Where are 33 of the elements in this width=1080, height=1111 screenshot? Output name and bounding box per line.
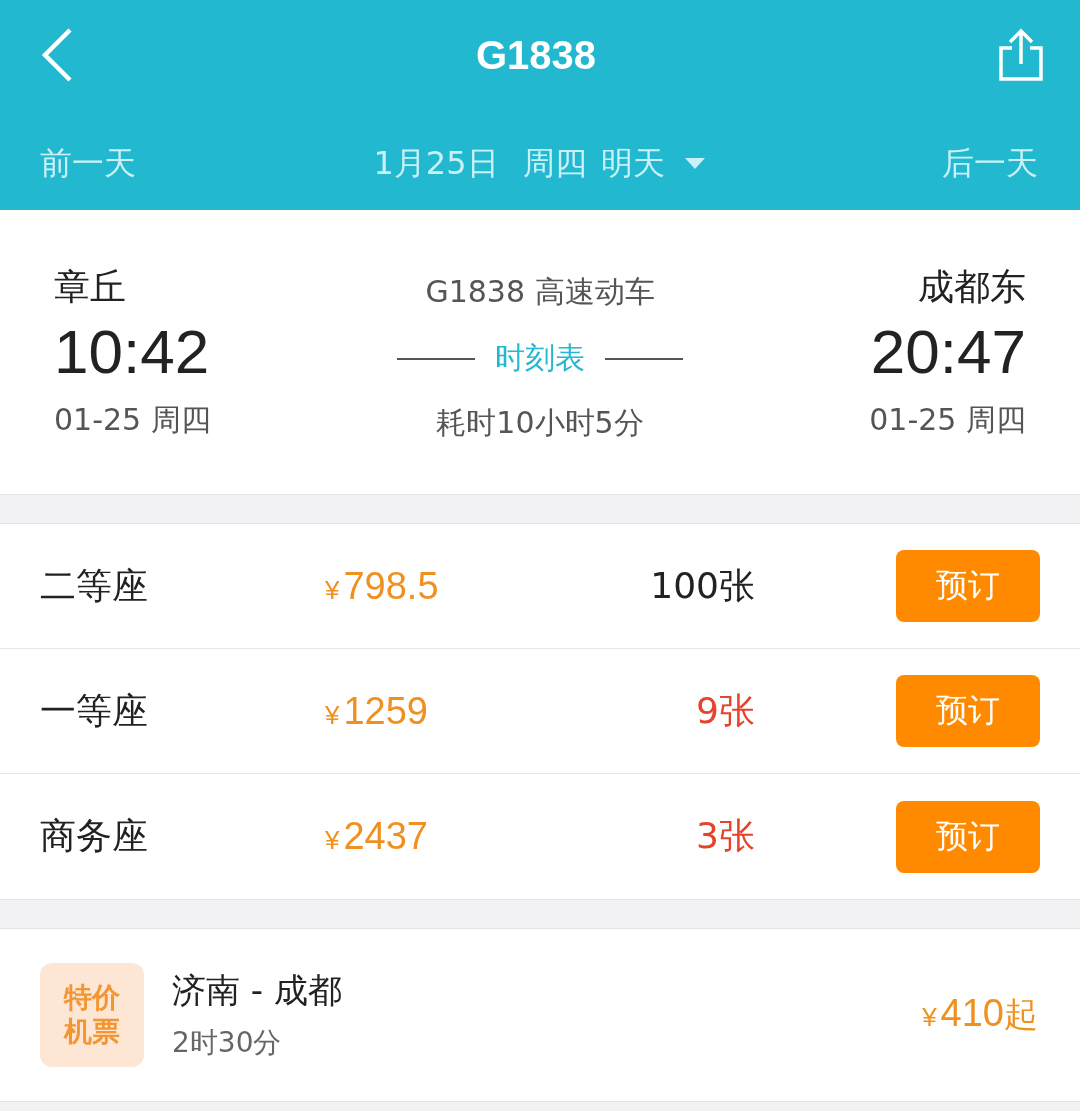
ticket-count: 9张 bbox=[695, 688, 755, 733]
date-text: 01-25 周四 bbox=[54, 401, 211, 439]
price-text: ¥798.5 bbox=[325, 564, 440, 608]
train-name: G1838 高速动车 bbox=[425, 273, 655, 311]
seat-class: 商务座 bbox=[40, 814, 149, 858]
page-title: G1838 bbox=[475, 32, 597, 78]
caret-icon bbox=[684, 158, 705, 170]
schedule-link[interactable]: 时刻表 bbox=[495, 338, 585, 379]
duration-text: 2时30分 bbox=[172, 1025, 283, 1061]
book-button[interactable]: 预订 bbox=[896, 550, 1040, 622]
time-text: 20:47 bbox=[870, 316, 1026, 388]
ticket-count: 100张 bbox=[649, 563, 755, 608]
next-day-link[interactable]: 后一天 bbox=[942, 142, 1038, 186]
back-icon[interactable] bbox=[40, 27, 74, 83]
price-text: ¥1259 bbox=[325, 689, 429, 733]
previous-day-link[interactable]: 前一天 bbox=[40, 142, 136, 186]
station-name: 章丘 bbox=[54, 265, 127, 309]
duration-text: 耗时10小时5分 bbox=[436, 404, 644, 442]
share-icon[interactable] bbox=[998, 28, 1044, 82]
flight-card[interactable]: 特价 机票 济南 - 成都 2时30分 ¥410起 bbox=[0, 928, 1080, 1102]
ticket-count: 3张 bbox=[695, 814, 755, 858]
badge-text: 特价 机票 bbox=[40, 963, 144, 1067]
date-selector[interactable]: 1月25日 周四 明天 bbox=[373, 142, 705, 186]
book-button[interactable]: 预订 bbox=[896, 800, 1040, 873]
book-button[interactable]: 预订 bbox=[896, 675, 1040, 747]
seat-class: 二等座 bbox=[40, 563, 149, 608]
price-text: ¥2437 bbox=[325, 815, 429, 858]
time-text: 10:42 bbox=[54, 316, 211, 388]
seat-class: 一等座 bbox=[40, 688, 149, 733]
date-text: 01-25 周四 bbox=[869, 401, 1026, 439]
price-text: ¥410起 bbox=[922, 992, 1038, 1036]
route-text: 济南 - 成都 bbox=[172, 969, 342, 1012]
station-name: 成都东 bbox=[918, 265, 1026, 309]
